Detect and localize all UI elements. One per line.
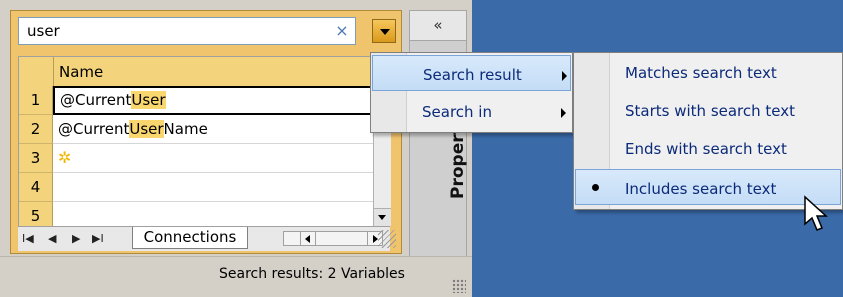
clear-search-icon[interactable]: × xyxy=(333,21,351,41)
row-number: 5 xyxy=(19,202,53,227)
name-cell[interactable] xyxy=(53,173,374,202)
search-options-dropdown-button[interactable] xyxy=(372,19,396,43)
horizontal-scrollbar[interactable] xyxy=(283,231,383,246)
row-number: 2 xyxy=(19,115,53,144)
table-row[interactable]: 4 xyxy=(19,173,374,202)
variables-grid: Name 1 @CurrentUser 2 @CurrentUserName 3… xyxy=(18,56,374,227)
last-record-icon[interactable]: ▶I xyxy=(92,231,104,247)
next-record-icon[interactable]: ▶ xyxy=(72,231,80,247)
table-row[interactable]: 3 ✲ xyxy=(19,144,374,173)
cell-text: @Current xyxy=(58,120,130,138)
submenu-item-ends-with[interactable]: Ends with search text xyxy=(575,130,841,166)
search-match-highlight: User xyxy=(129,120,164,138)
variables-panel: × Name 1 @CurrentUser 2 @CurrentUserName… xyxy=(0,0,472,297)
row-number: 1 xyxy=(19,86,53,115)
grid-header: Name xyxy=(19,57,374,87)
table-row[interactable]: 2 @CurrentUserName xyxy=(19,115,374,144)
menu-item-label: Search in xyxy=(422,103,492,121)
row-number: 4 xyxy=(19,173,53,202)
new-row-icon: ✲ xyxy=(58,148,72,167)
submenu-item-matches[interactable]: Matches search text xyxy=(575,54,841,90)
menu-item-label: Matches search text xyxy=(625,64,777,82)
table-row[interactable]: 1 @CurrentUser xyxy=(19,86,374,115)
search-box: × xyxy=(18,17,356,45)
name-cell[interactable] xyxy=(53,202,374,227)
submenu-arrow-icon xyxy=(562,71,567,81)
radio-bullet-icon xyxy=(592,184,599,191)
cell-text: @Current xyxy=(60,91,132,109)
name-column-header[interactable]: Name xyxy=(59,63,103,81)
new-row-cell[interactable]: ✲ xyxy=(53,144,374,173)
first-record-icon[interactable]: I◀ xyxy=(22,231,34,247)
search-input[interactable] xyxy=(19,18,324,44)
sheet-tab-bar: I◀ ◀ ▶ ▶I Connections xyxy=(18,226,390,251)
previous-record-icon[interactable]: ◀ xyxy=(48,231,56,247)
resize-grip-icon[interactable] xyxy=(378,230,396,248)
search-match-highlight: User xyxy=(131,91,166,109)
rownum-header xyxy=(19,57,54,86)
name-cell[interactable]: @CurrentUserName xyxy=(53,115,374,144)
submenu-item-starts-with[interactable]: Starts with search text xyxy=(575,92,841,128)
tab-connections[interactable]: Connections xyxy=(132,227,248,249)
table-row[interactable]: 5 xyxy=(19,202,374,227)
resize-grip-icon[interactable] xyxy=(452,279,466,293)
cell-text-suffix: Name xyxy=(163,120,208,138)
row-number: 3 xyxy=(19,144,53,173)
scroll-down-icon[interactable] xyxy=(374,208,391,226)
scroll-left-icon[interactable] xyxy=(300,232,316,245)
submenu-arrow-icon xyxy=(561,108,566,118)
menu-item-label: Search result xyxy=(423,66,522,84)
menu-item-label: Starts with search text xyxy=(625,102,796,120)
collapse-panel-button[interactable]: « xyxy=(409,10,467,41)
menu-item-label: Ends with search text xyxy=(625,140,787,158)
mouse-cursor-icon xyxy=(804,195,828,231)
menu-item-search-result[interactable]: Search result xyxy=(372,55,571,91)
search-options-menu: Search result Search in xyxy=(370,52,573,133)
menu-item-label: Includes search text xyxy=(625,180,777,198)
status-bar: Search results: 2 Variables xyxy=(0,256,472,297)
name-cell[interactable]: @CurrentUser xyxy=(53,86,374,115)
search-result-submenu: Matches search text Starts with search t… xyxy=(573,52,843,210)
status-text: Search results: 2 Variables xyxy=(219,266,405,282)
menu-item-search-in[interactable]: Search in xyxy=(372,93,571,129)
submenu-item-includes[interactable]: Includes search text xyxy=(575,169,841,205)
